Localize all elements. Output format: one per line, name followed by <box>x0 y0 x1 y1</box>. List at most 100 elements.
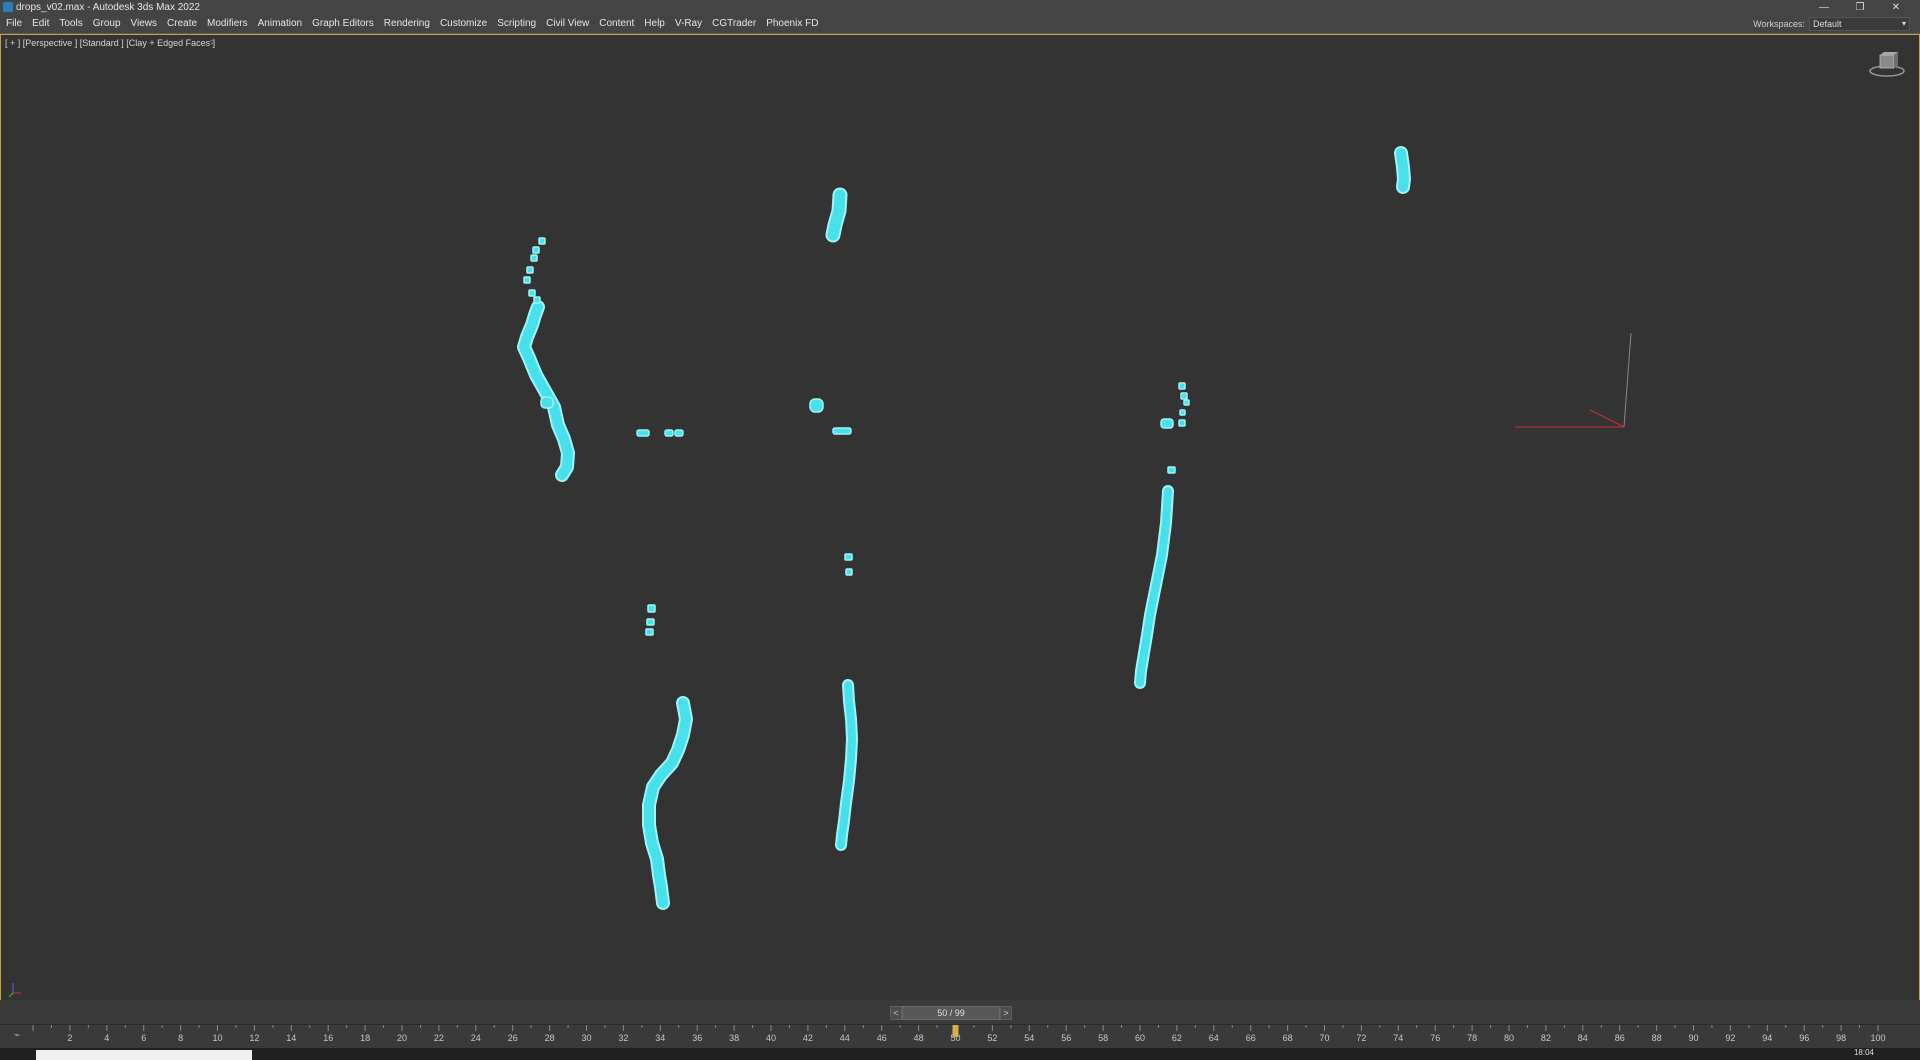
menu-scripting[interactable]: Scripting <box>497 15 536 33</box>
ruler-tick-label: 78 <box>1467 1033 1477 1043</box>
workspace-label: Workspaces: <box>1753 19 1805 29</box>
ruler-tick-label: 80 <box>1504 1033 1514 1043</box>
ruler-tick-label: 42 <box>803 1033 813 1043</box>
ruler-tick-label: 46 <box>877 1033 887 1043</box>
ruler-tick-label: 84 <box>1578 1033 1588 1043</box>
prev-frame-button[interactable]: < <box>890 1006 902 1020</box>
ruler-tick-label: 64 <box>1209 1033 1219 1043</box>
frame-readout[interactable]: 50 / 99 <box>902 1006 1000 1020</box>
app-icon <box>3 2 13 12</box>
ruler-tick-label: 98 <box>1836 1033 1846 1043</box>
world-axis-icon <box>8 983 21 998</box>
ruler-tick-label: 44 <box>840 1033 850 1043</box>
os-taskbar: 18:04 <box>0 1048 1920 1060</box>
ruler-tick-label: 90 <box>1688 1033 1698 1043</box>
menu-animation[interactable]: Animation <box>258 15 302 33</box>
ruler-tick-label: 32 <box>618 1033 628 1043</box>
menu-graph-editors[interactable]: Graph Editors <box>312 15 374 33</box>
menu-customize[interactable]: Customize <box>440 15 487 33</box>
ruler-tick-label: 72 <box>1356 1033 1366 1043</box>
ruler-tick-label: 100 <box>1870 1033 1885 1043</box>
ruler-tick-label: 60 <box>1135 1033 1145 1043</box>
ruler-tick-label: 28 <box>545 1033 555 1043</box>
workspace-value: Default <box>1813 19 1842 29</box>
ruler-tick-label: 58 <box>1098 1033 1108 1043</box>
ruler-tick-label: 56 <box>1061 1033 1071 1043</box>
time-slider[interactable]: < 50 / 99 > <box>890 1006 1012 1020</box>
ruler-tick-label: 2 <box>67 1033 72 1043</box>
ruler-tick-label: 36 <box>692 1033 702 1043</box>
next-frame-button[interactable]: > <box>1000 1006 1012 1020</box>
ruler-tick-label: 10 <box>212 1033 222 1043</box>
menu-edit[interactable]: Edit <box>32 15 49 33</box>
menu-rendering[interactable]: Rendering <box>384 15 430 33</box>
workspace-dropdown[interactable]: Default ▾ <box>1809 17 1910 31</box>
ruler-tick-label: 88 <box>1652 1033 1662 1043</box>
menu-cgtrader[interactable]: CGTrader <box>712 15 756 33</box>
droplet-stream[interactable] <box>642 696 693 910</box>
ruler-tick-label: 14 <box>286 1033 296 1043</box>
menu-content[interactable]: Content <box>599 15 634 33</box>
track-bar[interactable]: ⌁ 2 4 6 8 10 12 14 16 18 20 22 24 26 28 30 32 34 36 38 40 42… <box>0 1024 1920 1047</box>
ruler-tick-label: 24 <box>471 1033 481 1043</box>
window-controls: — ❐ ✕ <box>1806 0 1914 15</box>
ruler-tick-label: 48 <box>914 1033 924 1043</box>
ruler-tick-label: 96 <box>1799 1033 1809 1043</box>
droplet-stream[interactable] <box>835 679 858 851</box>
ruler-tick-label: 52 <box>987 1033 997 1043</box>
ruler-tick-label: 30 <box>581 1033 591 1043</box>
ruler-tick-label: 26 <box>508 1033 518 1043</box>
ruler-tick-label: 6 <box>141 1033 146 1043</box>
menu-views[interactable]: Views <box>131 15 158 33</box>
chevron-down-icon: ▾ <box>1901 19 1906 28</box>
ruler-tick-label: 4 <box>104 1033 109 1043</box>
ruler-tick-label: 18 <box>360 1033 370 1043</box>
ruler-tick-label: 12 <box>249 1033 259 1043</box>
ruler-tick-label: 62 <box>1172 1033 1182 1043</box>
ruler-tick-label: 8 <box>178 1033 183 1043</box>
ruler-tick-label: 38 <box>729 1033 739 1043</box>
menu-bar: File Edit Tools Group Views Create Modif… <box>0 15 1920 34</box>
axis-gizmo <box>1515 332 1632 428</box>
menu-tools[interactable]: Tools <box>59 15 82 33</box>
minimize-button[interactable]: — <box>1806 0 1842 15</box>
ruler-tick-label: 16 <box>323 1033 333 1043</box>
ruler-tick-label: 76 <box>1430 1033 1440 1043</box>
particle-group[interactable] <box>523 237 1190 636</box>
current-frame-marker[interactable] <box>952 1025 959 1037</box>
ruler-tick-label: 20 <box>397 1033 407 1043</box>
ruler-tick-label: 66 <box>1246 1033 1256 1043</box>
close-button[interactable]: ✕ <box>1878 0 1914 15</box>
droplet-stream[interactable] <box>517 300 575 482</box>
droplet[interactable] <box>825 187 848 243</box>
ruler-tick-label: 34 <box>655 1033 665 1043</box>
ruler-tick-label: 54 <box>1024 1033 1034 1043</box>
main-menu: File Edit Tools Group Views Create Modif… <box>6 15 828 33</box>
frame-ruler[interactable]: 2 4 6 8 10 12 14 16 18 20 22 24 26 28 30 32 34 36 38 40 42 44… <box>0 1025 1920 1047</box>
workspace-switcher: Workspaces: Default ▾ <box>1753 17 1910 31</box>
ruler-tick-label: 70 <box>1319 1033 1329 1043</box>
ruler-tick-label: 40 <box>766 1033 776 1043</box>
restore-button[interactable]: ❐ <box>1842 0 1878 15</box>
menu-phoenix-fd[interactable]: Phoenix FD <box>766 15 818 33</box>
taskbar-clock: 18:04 <box>1853 1048 1874 1057</box>
ruler-tick-label: 68 <box>1283 1033 1293 1043</box>
menu-file[interactable]: File <box>6 15 22 33</box>
droplet-stream[interactable] <box>1134 485 1174 689</box>
window-title: drops_v02.max - Autodesk 3ds Max 2022 <box>16 2 200 13</box>
ruler-tick-label: 22 <box>434 1033 444 1043</box>
ruler-tick-label: 86 <box>1615 1033 1625 1043</box>
menu-group[interactable]: Group <box>93 15 121 33</box>
perspective-viewport[interactable]: [ + ] [Perspective ] [Standard ] [Clay +… <box>0 34 1920 1000</box>
droplet[interactable] <box>1394 146 1411 194</box>
title-bar: drops_v02.max - Autodesk 3ds Max 2022 — … <box>0 0 1920 15</box>
menu-help[interactable]: Help <box>644 15 665 33</box>
menu-create[interactable]: Create <box>167 15 197 33</box>
menu-vray[interactable]: V-Ray <box>675 15 702 33</box>
taskbar-search-box[interactable] <box>36 1050 252 1060</box>
menu-modifiers[interactable]: Modifiers <box>207 15 248 33</box>
ruler-tick-label: 74 <box>1393 1033 1403 1043</box>
ruler-tick-label: 82 <box>1541 1033 1551 1043</box>
scene-objects[interactable] <box>1 35 1919 1001</box>
menu-civil-view[interactable]: Civil View <box>546 15 589 33</box>
